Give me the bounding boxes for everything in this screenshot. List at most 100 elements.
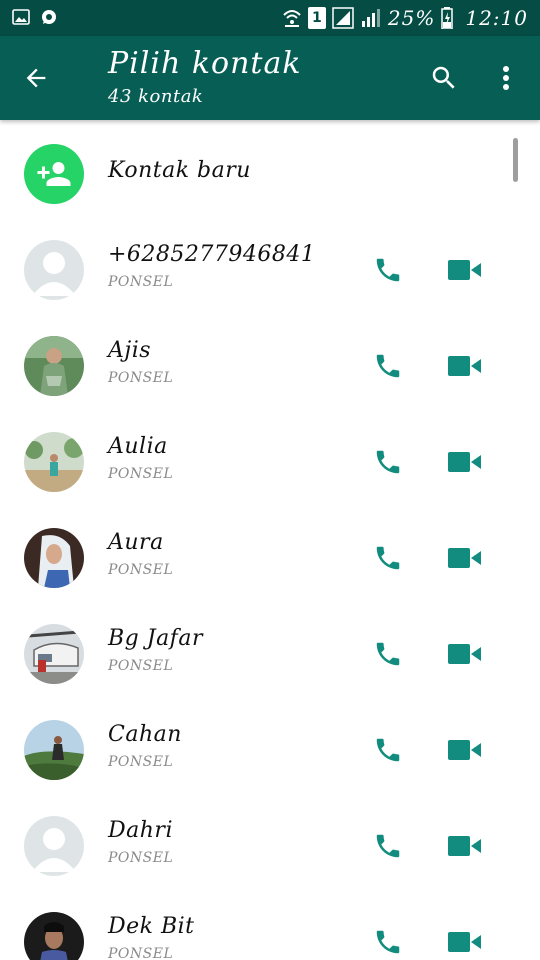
phone-icon — [376, 354, 400, 378]
video-camera-icon — [448, 452, 481, 472]
new-contact-avatar — [24, 144, 84, 204]
contact-name: Dek Bit — [108, 914, 195, 939]
contact-name: Ajis — [108, 338, 152, 363]
contact-phone-type: PONSEL — [108, 754, 174, 770]
contact-photo — [24, 528, 84, 588]
video-camera-icon — [448, 356, 481, 376]
new-contact-item[interactable]: Kontak baru — [0, 144, 540, 204]
phone-icon — [376, 930, 400, 954]
contact-phone-type: PONSEL — [108, 274, 174, 290]
contact-phone-type: PONSEL — [108, 562, 174, 578]
whatsapp-icon — [42, 10, 56, 24]
phone-icon — [376, 642, 400, 666]
contact-phone-type: PONSEL — [108, 658, 174, 674]
video-camera-icon — [448, 740, 481, 760]
phone-icon — [376, 450, 400, 474]
video-camera-icon — [448, 548, 481, 568]
sim-number: 1 — [312, 10, 322, 26]
default-avatar — [24, 240, 84, 300]
contact-name: Aulia — [108, 434, 168, 459]
contact-name: Cahan — [108, 722, 182, 747]
phone-icon — [376, 834, 400, 858]
search-button[interactable] — [420, 56, 468, 100]
new-contact-label: Kontak baru — [108, 158, 251, 183]
voice-call-button[interactable] — [364, 632, 412, 676]
contact-phone-type: PONSEL — [108, 370, 174, 386]
video-call-button[interactable] — [440, 536, 490, 580]
contact-name: Bg Jafar — [108, 626, 203, 651]
contact-row[interactable]: Aura PONSEL — [0, 528, 540, 624]
status-right-icons: 1 25% 12:10 — [282, 4, 528, 32]
contact-phone-type: PONSEL — [108, 850, 174, 866]
page-title: Pilih kontak — [108, 46, 302, 81]
voice-call-button[interactable] — [364, 248, 412, 292]
contact-photo-image — [24, 624, 84, 684]
status-left-icons — [12, 8, 58, 26]
app-bar: Pilih kontak 43 kontak — [0, 36, 540, 120]
more-options-button[interactable] — [484, 56, 528, 100]
status-time: 12:10 — [465, 6, 528, 30]
video-camera-icon — [448, 644, 481, 664]
contact-photo-image — [24, 336, 84, 396]
contact-photo-image — [24, 720, 84, 780]
contact-row[interactable]: Dek Bit PONSEL — [0, 912, 540, 960]
wifi-icon — [283, 10, 301, 27]
video-call-button[interactable] — [440, 920, 490, 960]
search-icon — [432, 66, 455, 89]
contact-photo — [24, 624, 84, 684]
video-call-button[interactable] — [440, 248, 490, 292]
battery-icon — [441, 7, 454, 29]
contact-photo — [24, 912, 84, 960]
contact-photo — [24, 720, 84, 780]
contact-phone-type: PONSEL — [108, 946, 174, 960]
contact-row[interactable]: Cahan PONSEL — [0, 720, 540, 816]
contact-row[interactable]: +6285277946841 PONSEL — [0, 240, 540, 336]
contact-photo-image — [24, 912, 84, 960]
more-vert-icon — [503, 66, 509, 90]
signal-icon — [332, 7, 354, 29]
video-call-button[interactable] — [440, 632, 490, 676]
contact-phone-type: PONSEL — [108, 466, 174, 482]
contact-photo-image — [24, 432, 84, 492]
phone-icon — [376, 258, 400, 282]
voice-call-button[interactable] — [364, 824, 412, 868]
video-camera-icon — [448, 260, 481, 280]
video-camera-icon — [448, 836, 481, 856]
video-camera-icon — [448, 932, 481, 952]
contact-list[interactable]: Kontak baru +6285277946841 PONSEL Ajis P… — [0, 120, 540, 960]
list-scrollbar[interactable] — [513, 138, 518, 182]
person-placeholder-icon — [32, 252, 76, 296]
add-person-icon — [37, 162, 71, 186]
contact-row[interactable]: Bg Jafar PONSEL — [0, 624, 540, 720]
phone-icon — [376, 738, 400, 762]
contact-row[interactable]: Aulia PONSEL — [0, 432, 540, 528]
back-arrow-icon — [26, 68, 46, 88]
status-bar: 1 25% 12:10 — [0, 0, 540, 36]
contact-count: 43 kontak — [108, 86, 204, 107]
voice-call-button[interactable] — [364, 440, 412, 484]
contact-photo — [24, 432, 84, 492]
voice-call-button[interactable] — [364, 728, 412, 772]
contact-photo — [24, 336, 84, 396]
voice-call-button[interactable] — [364, 920, 412, 960]
back-button[interactable] — [14, 56, 58, 100]
video-call-button[interactable] — [440, 344, 490, 388]
video-call-button[interactable] — [440, 824, 490, 868]
person-placeholder-icon — [32, 828, 76, 872]
voice-call-button[interactable] — [364, 344, 412, 388]
phone-icon — [376, 546, 400, 570]
contact-row[interactable]: Dahri PONSEL — [0, 816, 540, 912]
sim-icon: 1 — [307, 7, 326, 29]
video-call-button[interactable] — [440, 728, 490, 772]
signal-icon — [361, 9, 380, 27]
contact-row[interactable]: Ajis PONSEL — [0, 336, 540, 432]
contact-photo-image — [24, 528, 84, 588]
gallery-icon — [12, 9, 30, 25]
contact-name: +6285277946841 — [108, 242, 316, 267]
contact-name: Aura — [108, 530, 164, 555]
contact-name: Dahri — [108, 818, 173, 843]
voice-call-button[interactable] — [364, 536, 412, 580]
battery-percent: 25% — [387, 6, 436, 30]
video-call-button[interactable] — [440, 440, 490, 484]
default-avatar — [24, 816, 84, 876]
